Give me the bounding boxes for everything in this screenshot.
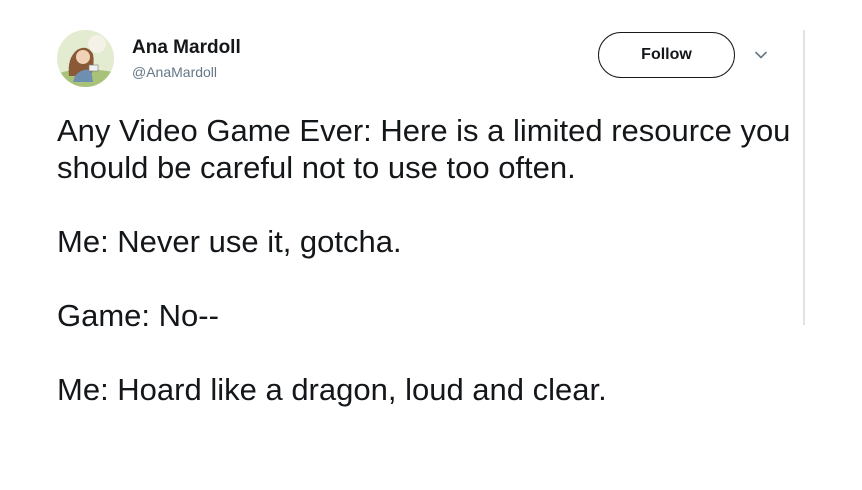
tweet-paragraph: Me: Hoard like a dragon, loud and clear. (57, 372, 607, 407)
follow-button-label: Follow (641, 46, 692, 63)
author-name[interactable]: Ana Mardoll (132, 37, 241, 59)
tweet-paragraph: Me: Never use it, gotcha. (57, 224, 402, 259)
tweet-card: Ana Mardoll @AnaMardoll Follow Any Video… (0, 0, 862, 490)
follow-button[interactable]: Follow (598, 32, 735, 78)
author-avatar[interactable] (57, 30, 114, 87)
tweet-paragraph: Any Video Game Ever: Here is a limited r… (57, 113, 791, 185)
divider (803, 30, 805, 325)
tweet-paragraph: Game: No-- (57, 298, 219, 333)
author-handle[interactable]: @AnaMardoll (132, 64, 217, 80)
tweet-text: Any Video Game Ever: Here is a limited r… (57, 112, 797, 408)
chevron-down-icon[interactable] (752, 46, 770, 64)
profile-avatar-icon (57, 30, 114, 87)
